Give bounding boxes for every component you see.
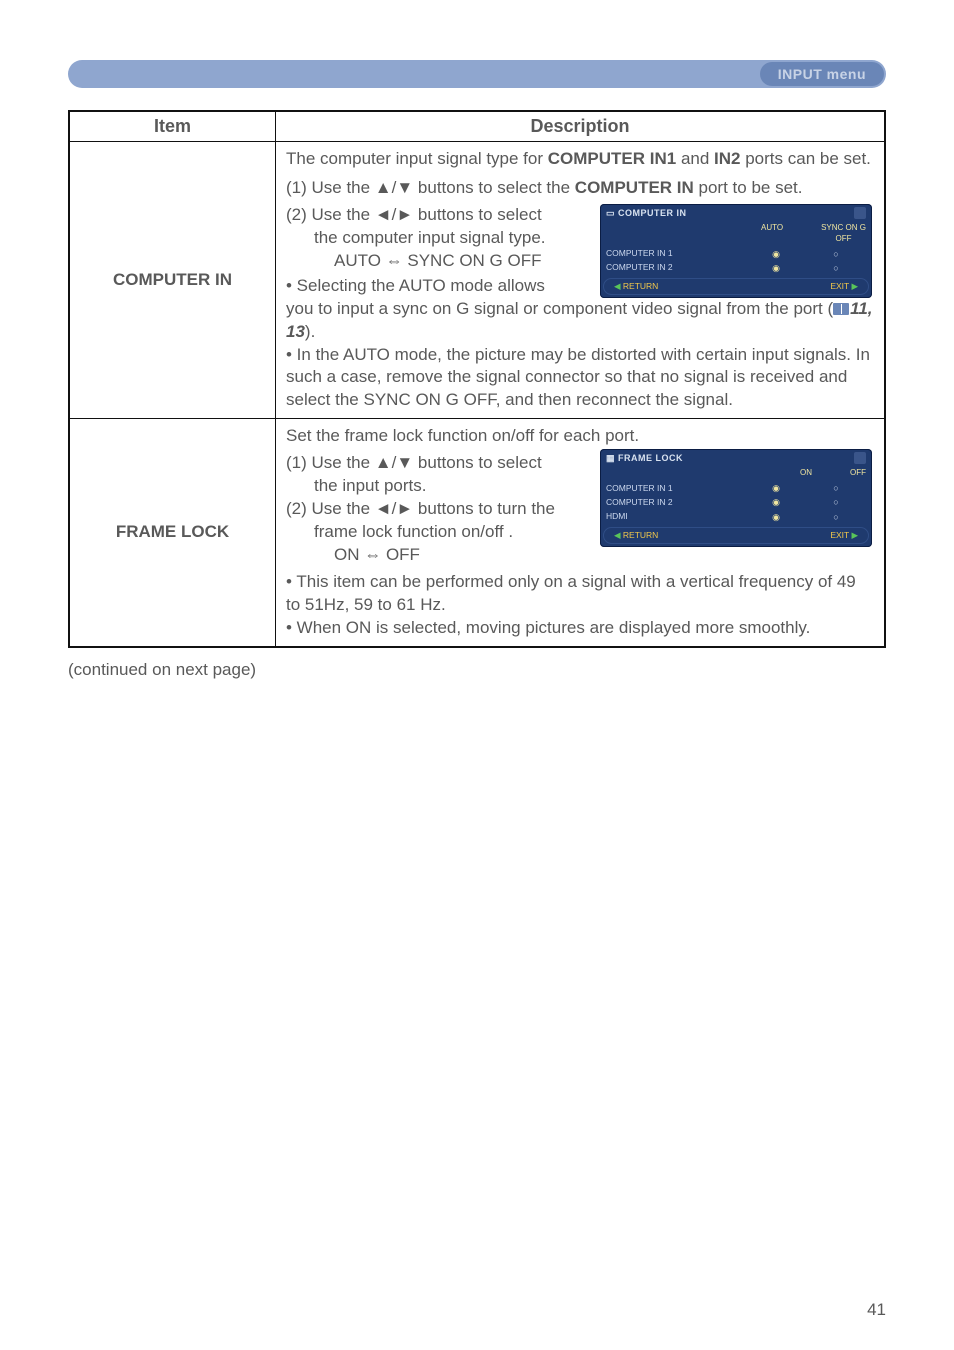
radio-on-icon [746,248,806,260]
item-computer-in: COMPUTER IN [69,142,276,419]
osd-exit: EXIT [830,281,858,292]
header-bar: INPUT menu [68,60,886,88]
radio-off-icon [806,482,866,494]
osd-row-hdmi: HDMI [606,511,746,522]
radio-off-icon [806,262,866,274]
para: (1) Use the ▲/▼ buttons to select the CO… [286,177,874,200]
para: • In the AUTO mode, the picture may be d… [286,344,874,413]
osd-col-auto: AUTO [761,223,783,245]
osd-return: RETURN [614,281,658,292]
osd-exit: EXIT [830,530,858,541]
para: The computer input signal type for COMPU… [286,148,874,171]
osd-row-cin1: COMPUTER IN 1 [606,248,746,259]
osd-title: FRAME LOCK [618,453,683,463]
desc-frame-lock: ▦ FRAME LOCK ON OFF COMPUTER IN 1 [276,419,886,647]
monitor-icon: ▭ [606,208,615,218]
lock-icon: ▦ [606,453,615,463]
radio-off-icon [806,511,866,523]
col-header-item: Item [69,111,276,142]
osd-computer-in: ▭ COMPUTER IN AUTO SYNC ON G OFF [600,204,872,298]
settings-table: Item Description COMPUTER IN ▭ COMPUTER … [68,110,886,648]
page-number: 41 [867,1300,886,1320]
desc-computer-in: ▭ COMPUTER IN AUTO SYNC ON G OFF [276,142,886,419]
para: • This item can be performed only on a s… [286,571,874,617]
osd-row-cin2: COMPUTER IN 2 [606,497,746,508]
radio-on-icon [746,496,806,508]
table-row: FRAME LOCK ▦ FRAME LOCK ON OFF [69,419,885,647]
osd-row-cin2: COMPUTER IN 2 [606,262,746,273]
osd-return: RETURN [614,530,658,541]
osd-col-on: ON [800,468,812,479]
item-frame-lock: FRAME LOCK [69,419,276,647]
osd-col-sync-a: SYNC ON G [821,223,866,234]
help-icon [854,207,866,219]
col-header-desc: Description [276,111,886,142]
osd-frame-lock: ▦ FRAME LOCK ON OFF COMPUTER IN 1 [600,449,872,547]
menu-title-pill: INPUT menu [760,62,884,86]
radio-on-icon [746,511,806,523]
continued-note: (continued on next page) [68,660,886,680]
book-ref-icon [833,303,849,315]
para: Set the frame lock function on/off for e… [286,425,874,448]
osd-col-sync-b: OFF [821,234,866,245]
osd-title: COMPUTER IN [618,208,687,218]
radio-off-icon [806,248,866,260]
table-row: COMPUTER IN ▭ COMPUTER IN AUTO [69,142,885,419]
radio-on-icon [746,262,806,274]
osd-col-off: OFF [850,468,866,479]
para: • When ON is selected, moving pictures a… [286,617,874,640]
radio-on-icon [746,482,806,494]
radio-off-icon [806,496,866,508]
osd-row-cin1: COMPUTER IN 1 [606,483,746,494]
help-icon [854,452,866,464]
